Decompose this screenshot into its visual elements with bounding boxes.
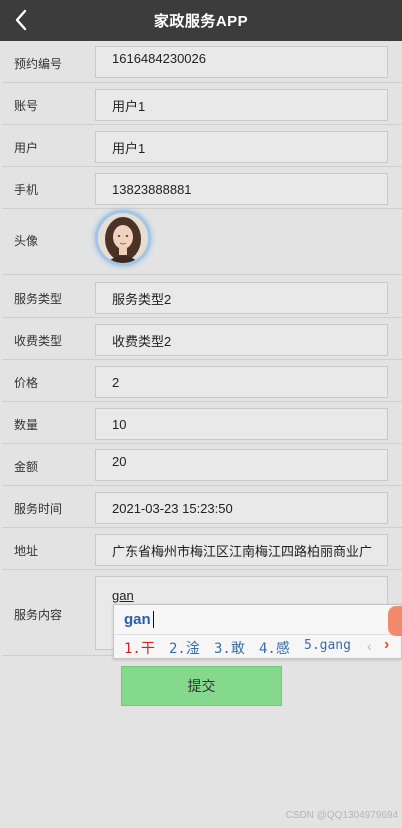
user-label: 用户 (14, 141, 39, 155)
amount-field[interactable]: 20 (95, 449, 388, 481)
booking-no-field[interactable]: 1616484230026 (95, 46, 388, 78)
ime-candidate-3[interactable]: 3.敢 (214, 638, 245, 658)
submit-button[interactable]: 提交 (121, 666, 282, 706)
address-label: 地址 (14, 544, 39, 558)
service-type-label: 服务类型 (14, 292, 63, 306)
address-field[interactable]: 广东省梅州市梅江区江南梅江四路柏丽商业广 (95, 534, 388, 566)
ime-candidate-1[interactable]: 1.干 (124, 638, 155, 658)
phone-label: 手机 (14, 183, 39, 197)
account-label: 账号 (14, 99, 39, 113)
ime-next-page-icon[interactable]: › (384, 636, 389, 654)
account-field[interactable]: 用户1 (95, 89, 388, 121)
price-label: 价格 (14, 376, 39, 390)
quantity-field[interactable]: 10 (95, 408, 388, 440)
row-avatar: 头像 (2, 209, 402, 275)
amount-label: 金额 (14, 460, 39, 474)
avatar-label: 头像 (14, 234, 39, 248)
form-page: 家政服务APP 预约编号 1616484230026 账号 用户1 用户 用户1… (0, 0, 402, 828)
ime-composition: gan (124, 611, 151, 628)
service-time-label: 服务时间 (14, 502, 63, 516)
ime-caret (153, 611, 154, 628)
ime-prev-page-icon[interactable]: ‹ (367, 638, 372, 654)
booking-no-label: 预约编号 (14, 57, 63, 71)
phone-field[interactable]: 13823888881 (95, 173, 388, 205)
price-field[interactable]: 2 (95, 366, 388, 398)
ime-candidate-2[interactable]: 2.淦 (169, 638, 200, 658)
ime-divider (114, 634, 401, 635)
avatar-image (98, 213, 148, 263)
quantity-label: 数量 (14, 418, 39, 432)
ime-candidate-5[interactable]: 5.gang (304, 638, 351, 653)
ime-candidate-4[interactable]: 4.感 (259, 638, 290, 658)
avatar[interactable] (95, 210, 151, 266)
fee-type-field[interactable]: 收费类型2 (95, 324, 388, 356)
ime-candidate-popup: gan 1.干 2.淦 3.敢 4.感 5.gang ‹ › (113, 604, 402, 659)
watermark: CSDN @QQ1304979694 (285, 810, 398, 821)
user-field[interactable]: 用户1 (95, 131, 388, 163)
fee-type-label: 收费类型 (14, 334, 63, 348)
page-title: 家政服务APP (153, 13, 249, 30)
service-time-field[interactable]: 2021-03-23 15:23:50 (95, 492, 388, 524)
ime-logo-icon (388, 606, 402, 636)
service-type-field[interactable]: 服务类型2 (95, 282, 388, 314)
service-content-label: 服务内容 (14, 608, 63, 622)
app-header: 家政服务APP (0, 0, 402, 41)
